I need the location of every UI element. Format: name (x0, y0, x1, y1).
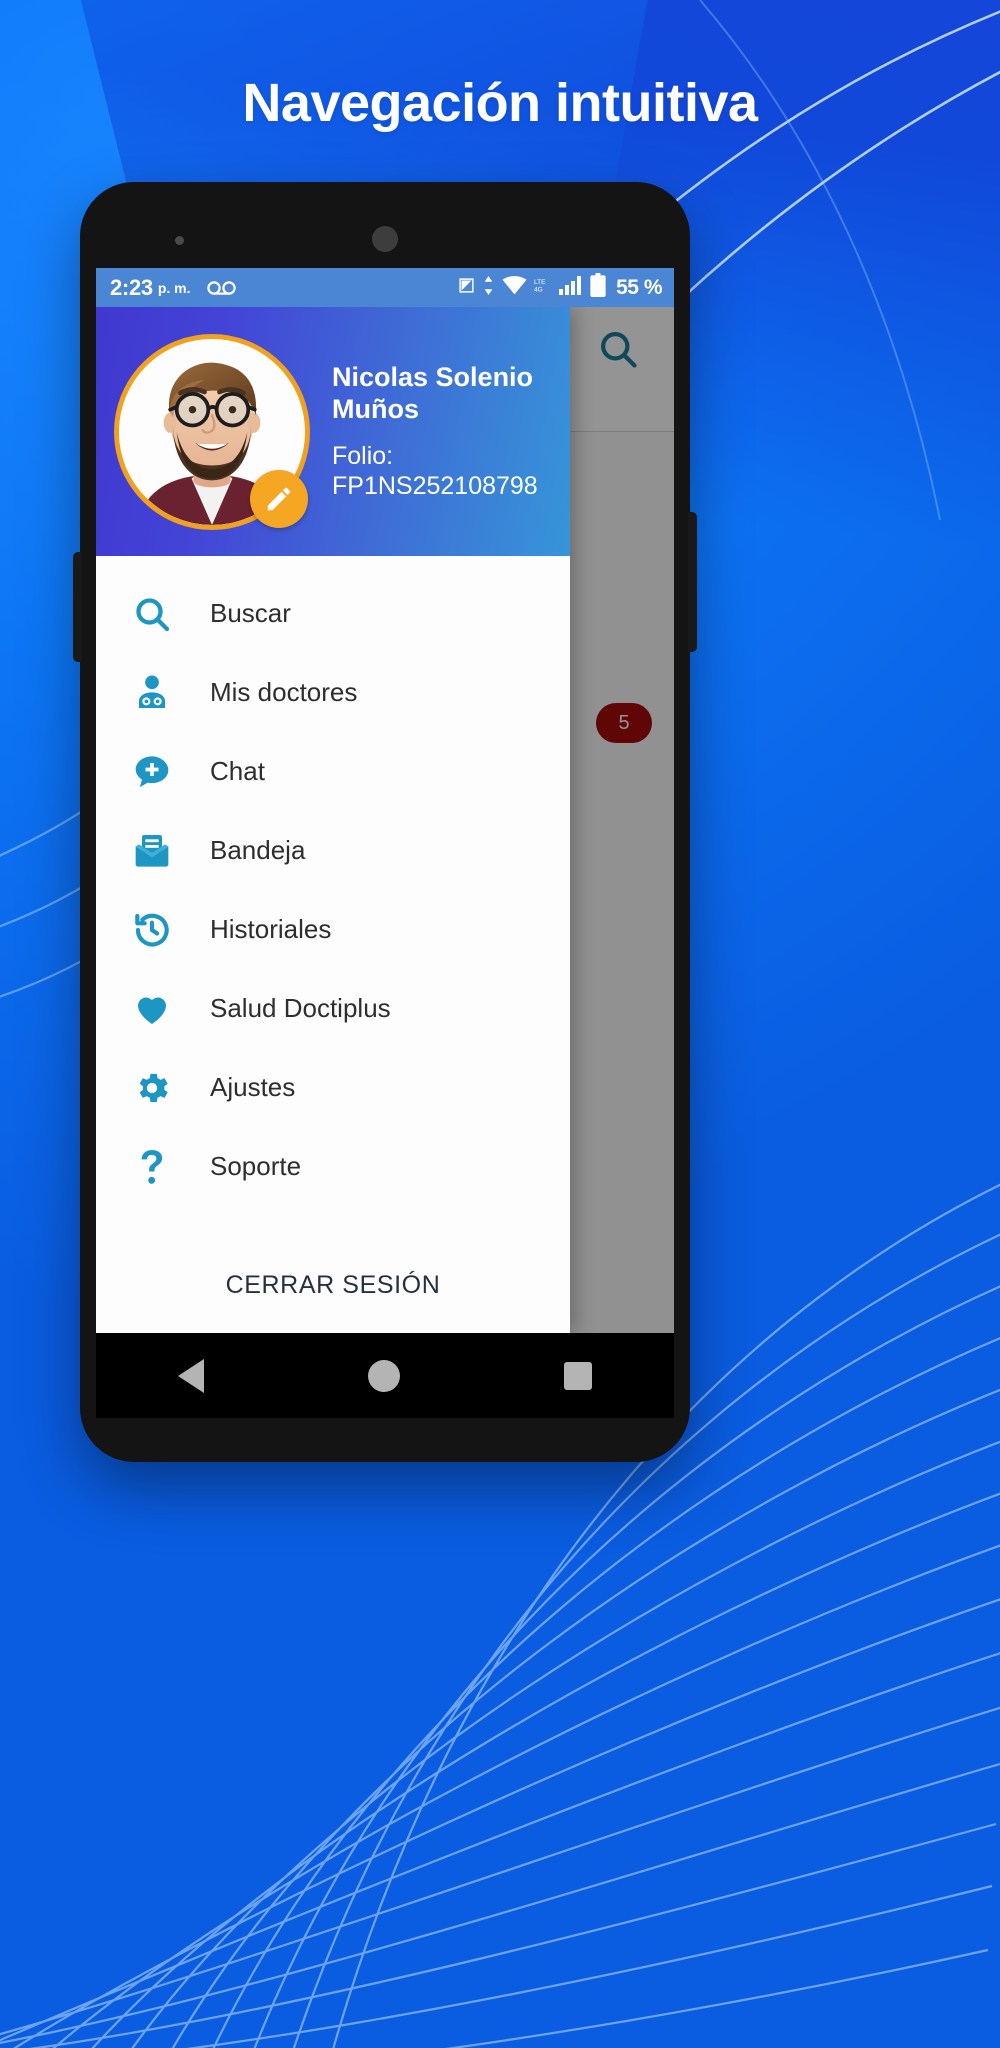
doctor-icon (126, 673, 178, 713)
voicemail-icon (206, 279, 237, 297)
data-transfer-icon (482, 275, 495, 300)
proximity-sensor-icon (175, 236, 184, 245)
logout-button[interactable]: CERRAR SESIÓN (96, 1237, 570, 1333)
profile-folio-value: FP1NS252108798 (332, 471, 538, 500)
question-mark-icon (126, 1147, 178, 1187)
navigation-drawer: Nicolas Solenio Muños Folio: FP1NS252108… (96, 307, 570, 1333)
phone-device-frame: erno 5 (73, 182, 697, 1462)
menu-item-salud-doctiplus[interactable]: Salud Doctiplus (96, 969, 570, 1048)
front-camera-icon (372, 226, 398, 252)
menu-item-buscar[interactable]: Buscar (96, 574, 570, 653)
menu-item-soporte[interactable]: Soporte (96, 1127, 570, 1206)
signal-bars-icon (559, 275, 583, 300)
menu-item-mis-doctores[interactable]: Mis doctores (96, 653, 570, 732)
menu-item-chat[interactable]: Chat (96, 732, 570, 811)
svg-text:LTE: LTE (534, 279, 546, 286)
wifi-icon (502, 275, 527, 300)
profile-folio: Folio: FP1NS252108798 (332, 441, 547, 501)
profile-text-block: Nicolas Solenio Muños Folio: FP1NS252108… (332, 362, 547, 500)
menu-item-label: Historiales (210, 914, 332, 944)
status-bar-time: 2:23 (110, 274, 153, 300)
phone-side-button-left (73, 552, 82, 662)
back-triangle-icon[interactable] (178, 1358, 204, 1393)
menu-item-label: Bandeja (210, 835, 306, 865)
menu-item-label: Chat (210, 756, 265, 786)
no-sim-icon (458, 277, 475, 299)
recents-square-icon[interactable] (564, 1361, 592, 1390)
svg-text:4G: 4G (534, 287, 543, 294)
menu-item-label: Salud Doctiplus (210, 993, 391, 1023)
avatar-container[interactable] (114, 333, 310, 530)
edit-profile-button[interactable] (250, 469, 308, 528)
heart-icon (126, 989, 178, 1029)
screenshot-root: Navegación intuitiva erno 5 (0, 0, 1000, 2048)
home-circle-icon[interactable] (368, 1359, 400, 1392)
menu-item-label: Mis doctores (210, 677, 358, 707)
menu-item-label: Soporte (210, 1151, 302, 1181)
menu-item-label: Buscar (210, 598, 291, 628)
search-icon (126, 594, 178, 634)
menu-item-ajustes[interactable]: Ajustes (96, 1048, 570, 1127)
drawer-profile-header: Nicolas Solenio Muños Folio: FP1NS252108… (96, 307, 570, 556)
lte-icon: LTE 4G (534, 276, 552, 299)
status-bar: 2:23 p. m. LTE 4G 55 % (96, 268, 674, 307)
menu-item-bandeja[interactable]: Bandeja (96, 811, 570, 890)
battery-icon (590, 273, 606, 302)
inbox-envelope-icon (126, 831, 178, 871)
drawer-menu-list: Buscar Mis doctores Chat Bandeja Histori… (96, 556, 570, 1237)
profile-folio-label: Folio: (332, 441, 394, 470)
history-clock-icon (126, 910, 178, 950)
profile-name: Nicolas Solenio Muños (332, 362, 534, 424)
page-title: Navegación intuitiva (242, 73, 758, 133)
status-bar-ampm: p. m. (157, 279, 191, 296)
phone-side-button-right (688, 512, 697, 652)
android-navigation-bar (96, 1333, 674, 1418)
status-bar-icons: LTE 4G 55 % (458, 273, 662, 302)
menu-item-historiales[interactable]: Historiales (96, 890, 570, 969)
chat-plus-icon (126, 752, 178, 792)
battery-percentage: 55 % (616, 275, 662, 299)
phone-screen: erno 5 (96, 268, 674, 1333)
menu-item-label: Ajustes (210, 1072, 296, 1102)
gear-icon (126, 1068, 178, 1108)
